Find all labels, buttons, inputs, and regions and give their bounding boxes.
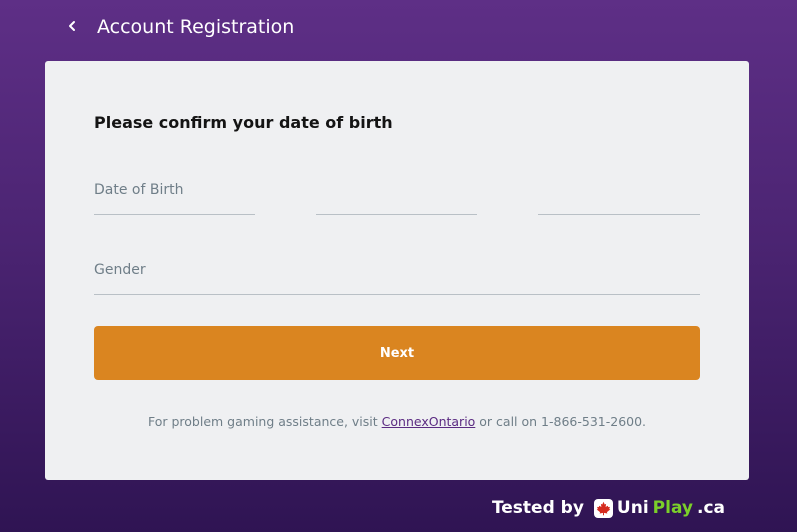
dob-year-underline (538, 214, 700, 215)
gender-label: Gender (94, 262, 146, 278)
back-button[interactable] (60, 14, 84, 38)
dob-day-underline (94, 214, 255, 215)
dob-year-input[interactable] (538, 185, 700, 215)
date-of-birth-field: Date of Birth (94, 179, 700, 215)
next-button[interactable]: Next (94, 326, 700, 380)
tested-by-label: Tested by (491, 498, 584, 518)
logo-ca-text: .ca (696, 498, 725, 518)
note-text-after: or call on 1-866-531-2600. (475, 414, 647, 429)
logo-play-text: Play (652, 498, 693, 518)
registration-card: Please confirm your date of birth Date o… (45, 61, 749, 480)
dob-month-underline (316, 214, 477, 215)
gender-select[interactable]: Gender (94, 259, 700, 295)
chevron-left-icon (69, 21, 75, 31)
page-title: Account Registration (97, 16, 295, 38)
header-bar: Account Registration (0, 0, 797, 56)
uniplay-watermark: Tested by Uni Play .ca (492, 495, 725, 521)
connexontario-link[interactable]: ConnexOntario (382, 414, 476, 429)
dob-month-input[interactable] (316, 185, 477, 215)
problem-gaming-note: For problem gaming assistance, visit Con… (45, 414, 749, 430)
logo-uni-text: Uni (616, 498, 649, 518)
gender-underline (94, 294, 700, 295)
form-heading: Please confirm your date of birth (94, 113, 393, 132)
note-text-before: For problem gaming assistance, visit (147, 414, 382, 429)
maple-leaf-icon (593, 498, 613, 518)
dob-day-input[interactable] (94, 185, 255, 215)
uniplay-logo: Uni Play .ca (593, 495, 725, 521)
